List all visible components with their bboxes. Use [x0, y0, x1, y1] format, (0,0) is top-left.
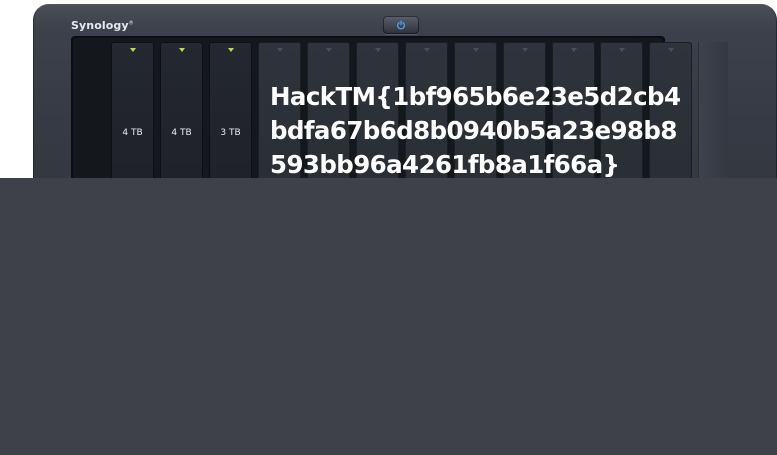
flag-text: HackTM{1bf965b6e23e5d2cb4bdfa67b6d8b0940…: [270, 82, 681, 179]
status-led-icon: [571, 48, 577, 52]
capacity-label: 4 TB: [122, 128, 143, 138]
power-icon: [397, 20, 405, 30]
brand-mark: ®: [128, 20, 134, 27]
capacity-label: 4 TB: [171, 128, 192, 138]
overlay-panel: [0, 178, 777, 455]
status-led-icon: [473, 48, 479, 52]
capacity-label: 3 TB: [220, 128, 241, 138]
status-led-icon: [228, 48, 234, 52]
status-led-icon: [668, 48, 674, 52]
brand-logo: Synology®: [71, 19, 134, 32]
power-button[interactable]: [383, 16, 419, 34]
status-led-icon: [277, 48, 283, 52]
status-led-icon: [130, 48, 136, 52]
status-led-icon: [619, 48, 625, 52]
status-led-icon: [522, 48, 528, 52]
brand-name: Synology: [71, 19, 129, 32]
status-led-icon: [326, 48, 332, 52]
status-led-icon: [179, 48, 185, 52]
status-led-icon: [424, 48, 430, 52]
status-led-icon: [375, 48, 381, 52]
